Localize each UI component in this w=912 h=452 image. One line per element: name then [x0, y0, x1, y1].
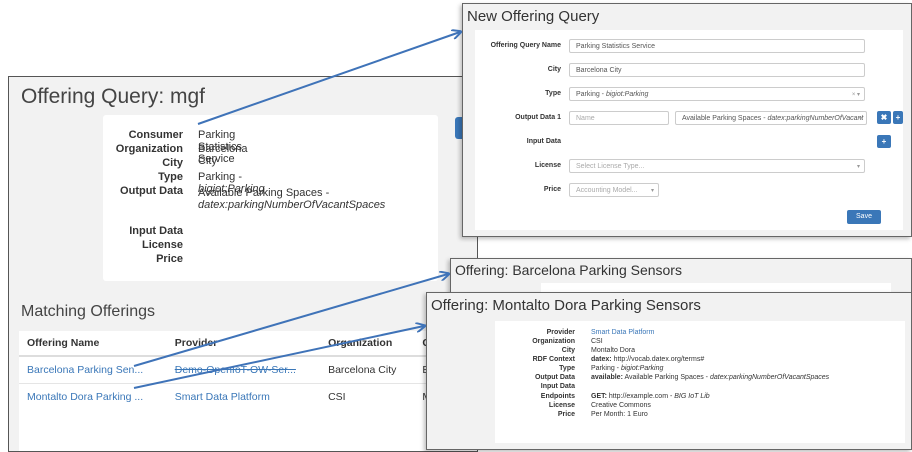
offering-query-name-input[interactable]: Parking Statistics Service [569, 39, 865, 53]
offering-name-link[interactable]: Montalto Dora Parking ... [19, 383, 167, 410]
remove-output-button[interactable]: ✖ [877, 111, 891, 124]
rdf-context-value: datex: http://vocab.datex.org/terms# [591, 356, 705, 363]
provider-label: Provider [546, 329, 575, 336]
city-row: City Barcelona City [475, 62, 903, 78]
organization-cell: Barcelona City [320, 355, 415, 384]
type-row: Type Parking - bigiot:Parking [495, 365, 905, 374]
type-label: Type [545, 90, 561, 97]
new-offering-query-panel: New Offering Query Offering Query Name P… [462, 3, 912, 237]
panel-title: New Offering Query [467, 8, 600, 25]
organization-value: CSI [591, 338, 603, 345]
rdf-context-label: RDF Context [532, 356, 575, 363]
city-value: Montalto Dora [591, 347, 635, 354]
provider-row: Provider Smart Data Platform [495, 329, 905, 338]
table-row[interactable]: Barcelona Parking Sen... Demo-OpenIoT-OW… [19, 355, 477, 384]
output-name-input[interactable]: Name [569, 111, 669, 125]
type-label: Type [158, 171, 183, 183]
output-data-value: Available Parking Spaces - datex:parkingN… [198, 187, 386, 211]
city-label: City [561, 347, 575, 354]
table-header-row: Offering Name Provider Organization City [19, 331, 477, 357]
license-row: License Creative Commons [495, 402, 905, 411]
type-value: Parking - bigiot:Parking [591, 365, 664, 372]
chevron-down-icon: ▾ [858, 116, 862, 122]
add-output-button[interactable]: + [893, 111, 903, 124]
table-row[interactable]: Montalto Dora Parking ... Smart Data Pla… [19, 383, 477, 410]
price-label: Price [557, 411, 575, 418]
input-data-label: Input Data [526, 138, 561, 145]
offering-query-panel: Offering Query: mgf Consumer Parking Sta… [8, 76, 478, 452]
input-data-row: Input Data [495, 383, 905, 392]
type-row: Type Parking - bigiot:Parking × ▾ [475, 86, 903, 102]
clear-chevron-icon[interactable]: × ▾ [852, 91, 860, 98]
save-button[interactable]: Save [847, 210, 881, 224]
consumer-label: Consumer [128, 129, 183, 141]
city-input[interactable]: Barcelona City [569, 63, 865, 77]
input-data-row: Input Data + [475, 134, 903, 150]
panel-title: Offering: Barcelona Parking Sensors [455, 262, 682, 278]
new-offering-query-form: Offering Query Name Parking Statistics S… [475, 30, 903, 230]
montalto-offering-panel: Offering: Montalto Dora Parking Sensors … [426, 292, 912, 450]
organization-value: Barcelona City [198, 143, 248, 167]
provider-link[interactable]: Smart Data Platform [166, 383, 321, 410]
license-label: License [534, 162, 561, 169]
offering-name-link[interactable]: Barcelona Parking Sen... [19, 355, 167, 384]
license-value: Creative Commons [591, 402, 651, 409]
license-label: License [142, 239, 183, 251]
matching-offerings-table: Offering Name Provider Organization City… [19, 331, 477, 410]
offering-query-name-row: Offering Query Name Parking Statistics S… [475, 38, 903, 54]
endpoints-label: Endpoints [540, 393, 575, 400]
offering-query-details-card: Consumer Parking Statistics Service Orga… [103, 115, 438, 281]
panel-title: Offering: Montalto Dora Parking Sensors [431, 297, 701, 314]
montalto-details-card: Provider Smart Data Platform Organizatio… [495, 321, 905, 443]
column-header-offering-name[interactable]: Offering Name [19, 331, 167, 357]
price-select[interactable]: Accounting Model... ▾ [569, 183, 659, 197]
output-data-select[interactable]: Available Parking Spaces - datex:parking… [675, 111, 867, 125]
offering-query-name-label: Offering Query Name [490, 42, 561, 49]
price-label: Price [543, 186, 561, 193]
type-label: Type [559, 365, 575, 372]
endpoints-value: GET: http://example.com - BIG IoT Lib [591, 393, 710, 400]
provider-link[interactable]: Smart Data Platform [591, 329, 654, 336]
output-data-row: Output Data available: Available Parking… [495, 374, 905, 383]
output-data-label: Output Data 1 [515, 114, 561, 121]
rdf-context-row: RDF Context datex: http://vocab.datex.or… [495, 356, 905, 365]
license-select[interactable]: Select License Type... ▾ [569, 159, 865, 173]
price-row: Price Accounting Model... ▾ [475, 182, 903, 198]
chevron-down-icon: ▾ [650, 188, 654, 194]
organization-row: Organization CSI [495, 338, 905, 347]
price-label: Price [156, 253, 183, 265]
column-header-provider[interactable]: Provider [166, 331, 321, 357]
output-data-label: Output Data [120, 185, 183, 197]
matching-offerings-title: Matching Offerings [21, 303, 155, 320]
add-input-button[interactable]: + [877, 135, 891, 148]
column-header-organization[interactable]: Organization [320, 331, 415, 357]
input-data-label: Input Data [540, 383, 575, 390]
endpoints-row: Endpoints GET: http://example.com - BIG … [495, 393, 905, 402]
chevron-down-icon: ▾ [856, 164, 860, 170]
license-row: License Select License Type... ▾ [475, 158, 903, 174]
output-data-row: Output Data 1 Name Available Parking Spa… [475, 110, 903, 126]
price-row: Price Per Month: 1 Euro [495, 411, 905, 420]
price-value: Per Month: 1 Euro [591, 411, 648, 418]
output-data-value: available: Available Parking Spaces - da… [591, 374, 830, 381]
organization-label: Organization [532, 338, 575, 345]
page-title: Offering Query: mgf [21, 85, 206, 108]
city-label: City [162, 157, 183, 169]
output-data-label: Output Data [534, 374, 575, 381]
organization-label: Organization [115, 143, 183, 155]
license-label: License [548, 402, 575, 409]
type-select[interactable]: Parking - bigiot:Parking × ▾ [569, 87, 865, 101]
provider-link[interactable]: Demo-OpenIoT-OW-Ser... [166, 355, 321, 384]
organization-cell: CSI [320, 383, 415, 410]
city-row: City Montalto Dora [495, 347, 905, 356]
city-label: City [547, 66, 561, 73]
input-data-label: Input Data [129, 225, 183, 237]
